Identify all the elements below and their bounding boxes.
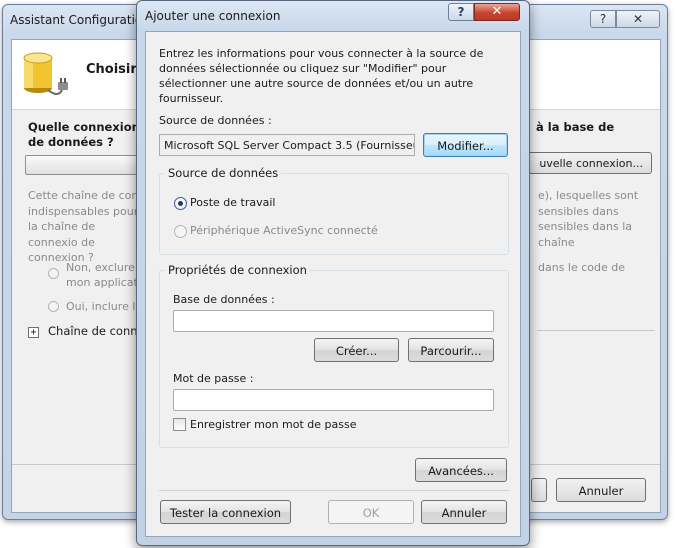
connection-properties-title: Propriétés de connexion xyxy=(165,263,310,277)
help-icon: ? xyxy=(599,12,607,26)
activesync-radio[interactable] xyxy=(174,225,187,238)
cancel-button[interactable]: Annuler xyxy=(421,500,507,524)
password-label: Mot de passe : xyxy=(173,372,254,385)
wizard-cancel-button[interactable]: Annuler xyxy=(556,478,646,502)
wizard-finish-button[interactable] xyxy=(531,478,547,502)
wizard-help-button[interactable]: ? xyxy=(590,10,616,28)
datasource-label: Source de données : xyxy=(159,114,272,127)
save-password-checkbox[interactable] xyxy=(173,418,186,431)
test-connection-button[interactable]: Tester la connexion xyxy=(160,500,291,524)
dialog-title: Ajouter une connexion xyxy=(145,9,281,23)
help-icon: ? xyxy=(457,5,465,19)
datasource-field: Microsoft SQL Server Compact 3.5 (Fourni… xyxy=(159,134,415,156)
wizard-option-right: dans le code de xyxy=(538,261,626,274)
datasource-group xyxy=(159,173,509,255)
browse-button[interactable]: Parcourir... xyxy=(408,338,494,362)
new-connection-button[interactable]: uvelle connexion... xyxy=(524,152,652,174)
create-button[interactable]: Créer... xyxy=(314,338,399,362)
wizard-title: Assistant Configuration xyxy=(10,13,150,27)
advanced-button[interactable]: Avancées... xyxy=(415,458,507,482)
dialog-help-button[interactable]: ? xyxy=(448,3,474,21)
workstation-radio[interactable] xyxy=(174,197,187,210)
ok-button[interactable]: OK xyxy=(328,500,414,524)
password-input[interactable] xyxy=(173,389,494,411)
exclude-data-radio[interactable] xyxy=(48,268,59,279)
datasource-group-title: Source de données xyxy=(165,166,282,180)
exclude-data-label: Non, exclure l mon applicati xyxy=(66,261,142,289)
dialog-client-area: Entrez les informations pour vous connec… xyxy=(145,31,521,537)
close-icon: ✕ xyxy=(491,4,503,19)
dialog-separator xyxy=(159,490,509,491)
activesync-label: Périphérique ActiveSync connecté xyxy=(190,224,378,237)
wizard-separator xyxy=(537,330,655,331)
database-label: Base de données : xyxy=(173,293,275,306)
modify-button[interactable]: Modifier... xyxy=(423,133,508,157)
expand-icon[interactable]: + xyxy=(28,327,39,338)
wizard-description-right: e), lesquelles sont sensibles dans sensi… xyxy=(538,189,639,249)
wizard-description-left: Cette chaîne de conn indispensables pour… xyxy=(28,189,148,264)
dialog-close-button[interactable]: ✕ xyxy=(474,3,520,21)
include-data-radio[interactable] xyxy=(48,301,59,312)
connection-string-label: Chaîne de conne xyxy=(48,324,145,338)
connection-combo[interactable] xyxy=(25,155,145,175)
workstation-label: Poste de travail xyxy=(190,196,276,209)
close-icon: ✕ xyxy=(632,12,644,26)
include-data-label: Oui, inclure le xyxy=(66,300,143,313)
wizard-question-right: à la base de xyxy=(536,120,615,134)
database-input[interactable] xyxy=(173,310,494,332)
database-plug-icon xyxy=(23,52,68,95)
dialog-intro-text: Entrez les informations pour vous connec… xyxy=(159,47,484,105)
save-password-label: Enregistrer mon mot de passe xyxy=(190,418,357,431)
wizard-close-button[interactable]: ✕ xyxy=(616,10,660,28)
add-connection-dialog: Ajouter une connexion ? ✕ Entrez les inf… xyxy=(136,0,530,546)
